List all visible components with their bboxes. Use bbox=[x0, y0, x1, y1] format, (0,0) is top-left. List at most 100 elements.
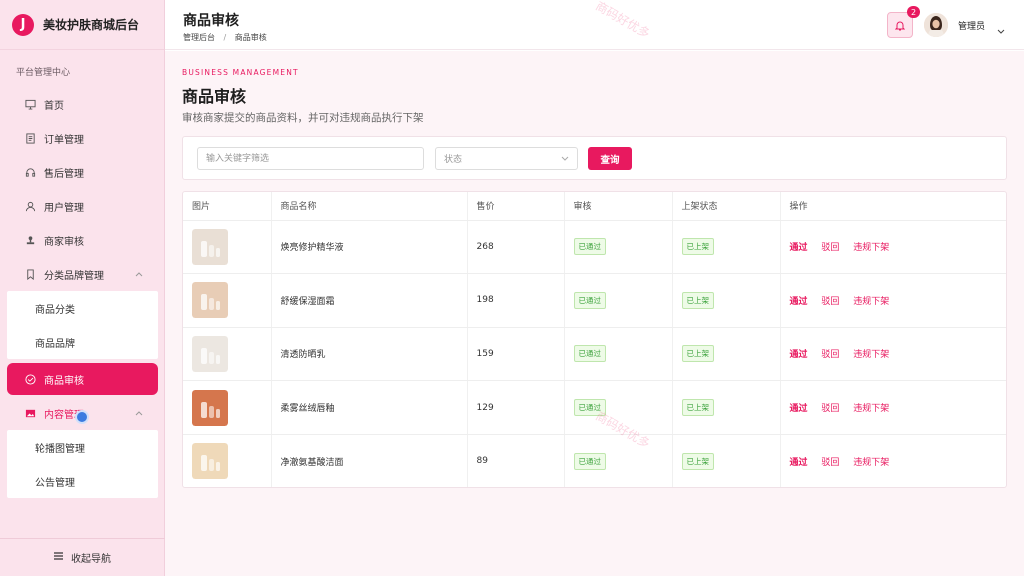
takedown-link[interactable]: 违规下架 bbox=[853, 458, 889, 468]
user-name[interactable]: 管理员 bbox=[958, 19, 985, 32]
approve-link[interactable]: 通过 bbox=[790, 297, 808, 307]
document-icon bbox=[24, 132, 36, 144]
cell-price: 268 bbox=[467, 220, 565, 275]
chevron-down-icon[interactable] bbox=[997, 20, 1005, 39]
audit-status-badge: 已通过 bbox=[573, 399, 606, 417]
breadcrumb-item-admin[interactable]: 管理后台 bbox=[183, 33, 215, 42]
chevron-down-icon bbox=[561, 155, 569, 165]
column-header: 图片 bbox=[183, 192, 272, 221]
cell-thumbnail bbox=[183, 380, 272, 435]
table-row: 清透防晒乳 159 已通过 已上架 通过 驳回 违规下架 bbox=[183, 327, 1006, 382]
takedown-link[interactable]: 违规下架 bbox=[853, 404, 889, 414]
sidebar-item-label: 订单管理 bbox=[44, 134, 84, 146]
cell-product-name: 舒缓保湿面霜 bbox=[271, 273, 468, 328]
audit-status-badge: 已通过 bbox=[573, 238, 606, 256]
reject-link[interactable]: 驳回 bbox=[821, 297, 839, 307]
status-select[interactable]: 状态 bbox=[435, 147, 578, 170]
shelf-status-badge: 已上架 bbox=[681, 399, 714, 417]
stamp-icon bbox=[24, 234, 36, 246]
notification-badge: 2 bbox=[907, 6, 920, 18]
reject-link[interactable]: 驳回 bbox=[821, 458, 839, 468]
audit-status-badge: 已通过 bbox=[573, 345, 606, 363]
sidebar-subitem-banner[interactable]: 轮播图管理 bbox=[7, 430, 158, 464]
product-thumbnail[interactable] bbox=[192, 389, 228, 426]
sidebar: J 美妆护肤商城后台 平台管理中心 首页 订单管理 售后管理 用户管理 商家审核… bbox=[0, 0, 165, 576]
cell-shelf: 已上架 bbox=[672, 434, 781, 487]
avatar[interactable] bbox=[924, 13, 948, 37]
table-header: 图片 商品名称 售价 审核 上架状态 操作 bbox=[183, 192, 1006, 221]
cell-product-name: 焕亮修护精华液 bbox=[271, 220, 468, 275]
approve-link[interactable]: 通过 bbox=[790, 404, 808, 414]
sidebar-item-label: 首页 bbox=[44, 100, 64, 112]
sidebar-item-orders[interactable]: 订单管理 bbox=[0, 121, 165, 155]
brand: J 美妆护肤商城后台 bbox=[0, 0, 164, 50]
approve-link[interactable]: 通过 bbox=[790, 350, 808, 360]
headset-icon bbox=[24, 166, 36, 178]
sidebar-item-category-brand[interactable]: 分类品牌管理 bbox=[0, 257, 165, 291]
header-title: 商品审核 bbox=[183, 13, 239, 29]
sidebar-item-label: 分类品牌管理 bbox=[44, 270, 104, 282]
cell-audit: 已通过 bbox=[564, 220, 673, 275]
cell-price: 129 bbox=[467, 380, 565, 435]
user-icon bbox=[24, 200, 36, 212]
floating-assist-dot[interactable] bbox=[75, 410, 89, 424]
table-row: 舒缓保湿面霜 198 已通过 已上架 通过 驳回 违规下架 bbox=[183, 273, 1006, 328]
sidebar-nav: 首页 订单管理 售后管理 用户管理 商家审核 分类品牌管理 商品分类 商品品牌 … bbox=[0, 87, 165, 498]
shelf-status-badge: 已上架 bbox=[681, 291, 714, 309]
sidebar-subitem-product-category[interactable]: 商品分类 bbox=[7, 291, 158, 325]
cell-actions: 通过 驳回 违规下架 bbox=[780, 220, 1006, 275]
approve-link[interactable]: 通过 bbox=[790, 243, 808, 253]
cell-actions: 通过 驳回 违规下架 bbox=[780, 327, 1006, 382]
cell-thumbnail bbox=[183, 220, 272, 275]
cell-thumbnail bbox=[183, 434, 272, 487]
collapse-nav-button[interactable]: 收起导航 bbox=[0, 538, 165, 576]
cell-thumbnail bbox=[183, 327, 272, 382]
reject-link[interactable]: 驳回 bbox=[821, 350, 839, 360]
takedown-link[interactable]: 违规下架 bbox=[853, 350, 889, 360]
breadcrumb-separator: / bbox=[223, 33, 227, 42]
bell-icon bbox=[894, 16, 906, 35]
query-button[interactable]: 查询 bbox=[588, 147, 632, 170]
product-table: 图片 商品名称 售价 审核 上架状态 操作 焕亮修护精华液 268 已通过 已上… bbox=[182, 191, 1007, 488]
cell-product-name: 柔雾丝绒唇釉 bbox=[271, 380, 468, 435]
search-input[interactable] bbox=[197, 147, 424, 170]
approve-link[interactable]: 通过 bbox=[790, 458, 808, 468]
main-content: BUSINESS MANAGEMENT 商品审核 审核商家提交的商品资料，并可对… bbox=[165, 0, 1024, 576]
reject-link[interactable]: 驳回 bbox=[821, 404, 839, 414]
product-thumbnail[interactable] bbox=[192, 335, 228, 372]
shelf-status-badge: 已上架 bbox=[681, 452, 714, 470]
page-eyebrow: BUSINESS MANAGEMENT bbox=[182, 68, 299, 77]
content-submenu: 轮播图管理 公告管理 bbox=[7, 430, 158, 498]
takedown-link[interactable]: 违规下架 bbox=[853, 297, 889, 307]
sidebar-item-users[interactable]: 用户管理 bbox=[0, 189, 165, 223]
reject-link[interactable]: 驳回 bbox=[821, 243, 839, 253]
breadcrumb-item-current: 商品审核 bbox=[234, 33, 267, 42]
product-thumbnail[interactable] bbox=[192, 282, 228, 319]
cell-actions: 通过 驳回 违规下架 bbox=[780, 273, 1006, 328]
sidebar-item-aftersales[interactable]: 售后管理 bbox=[0, 155, 165, 189]
sidebar-item-label: 售后管理 bbox=[44, 168, 84, 180]
shelf-status-badge: 已上架 bbox=[681, 238, 714, 256]
cell-shelf: 已上架 bbox=[672, 380, 781, 435]
bookmark-icon bbox=[24, 268, 36, 280]
product-thumbnail[interactable] bbox=[192, 443, 228, 480]
sidebar-item-product-review[interactable]: 商品审核 bbox=[7, 363, 158, 395]
sidebar-subitem-product-brand[interactable]: 商品品牌 bbox=[7, 325, 158, 359]
sidebar-item-label: 用户管理 bbox=[44, 202, 84, 214]
takedown-link[interactable]: 违规下架 bbox=[853, 243, 889, 253]
cell-audit: 已通过 bbox=[564, 327, 673, 382]
sidebar-item-merchant-review[interactable]: 商家审核 bbox=[0, 223, 165, 257]
table-row: 焕亮修护精华液 268 已通过 已上架 通过 驳回 违规下架 bbox=[183, 220, 1006, 275]
sidebar-item-home[interactable]: 首页 bbox=[0, 87, 165, 121]
category-submenu: 商品分类 商品品牌 bbox=[7, 291, 158, 359]
table-row: 净澈氨基酸洁面 89 已通过 已上架 通过 驳回 违规下架 bbox=[183, 434, 1006, 487]
page-title: 商品审核 bbox=[182, 87, 247, 106]
sidebar-subitem-announcement[interactable]: 公告管理 bbox=[7, 464, 158, 498]
menu-icon bbox=[54, 552, 63, 563]
sidebar-item-label: 商家审核 bbox=[44, 236, 84, 248]
cell-shelf: 已上架 bbox=[672, 220, 781, 275]
cell-shelf: 已上架 bbox=[672, 327, 781, 382]
sidebar-section-title: 平台管理中心 bbox=[16, 68, 71, 78]
product-thumbnail[interactable] bbox=[192, 228, 228, 265]
cell-actions: 通过 驳回 违规下架 bbox=[780, 380, 1006, 435]
